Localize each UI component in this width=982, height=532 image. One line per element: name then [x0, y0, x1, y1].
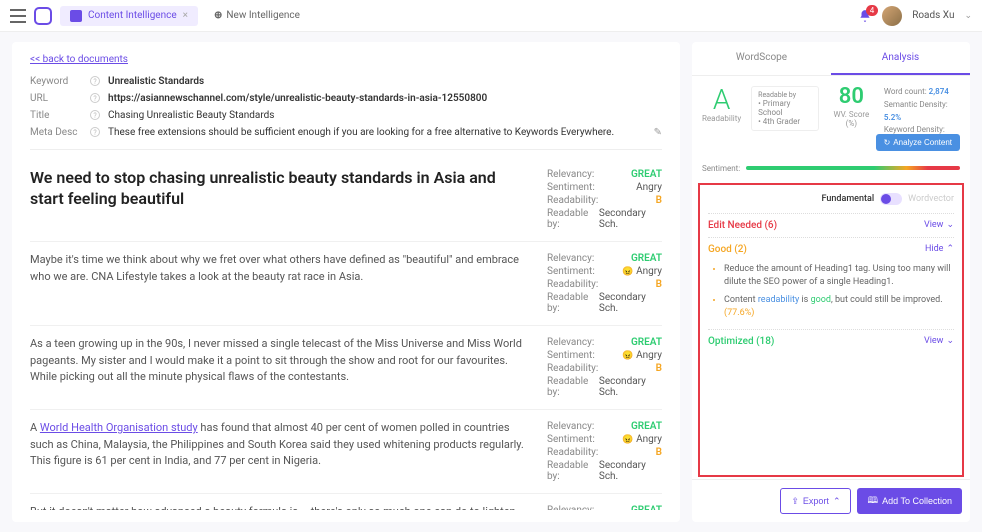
chevron-down-icon: ⌄: [946, 336, 954, 346]
readable-by-box: Readable by • Primary School • 4th Grade…: [751, 86, 819, 131]
info-icon[interactable]: ?: [90, 110, 100, 120]
block-paragraph: But it doesn't matter how advanced a bea…: [30, 504, 527, 510]
wv-value: 80: [829, 86, 874, 108]
chevron-up-icon: ⌃: [833, 496, 841, 507]
view-link[interactable]: View ⌄: [924, 336, 954, 346]
back-link[interactable]: << back to documents: [30, 54, 662, 65]
recommendation-item: Reduce the amount of Heading1 tag. Using…: [724, 261, 954, 292]
content-block: A World Health Organisation study has fo…: [30, 410, 662, 494]
content-blocks: We need to stop chasing unrealistic beau…: [30, 158, 662, 510]
toggle-switch[interactable]: [880, 193, 902, 205]
wordvector-label: Wordvector: [908, 194, 954, 204]
chevron-down-icon[interactable]: ⌄: [964, 11, 972, 21]
readability-grade: A Readability: [702, 86, 741, 123]
meta-title: Chasing Unrealistic Beauty Standards: [108, 110, 662, 121]
content-block: But it doesn't matter how advanced a bea…: [30, 494, 662, 510]
notifications-icon[interactable]: 4: [858, 9, 872, 23]
bookmark-icon: 🕮: [867, 493, 878, 509]
recommendation-item: Content readability is good, but could s…: [724, 292, 954, 323]
topbar: Content Intelligence × ⊕ New Intelligenc…: [0, 0, 982, 32]
user-name: Roads Xu: [912, 10, 954, 21]
tab-new-intelligence[interactable]: ⊕ New Intelligence: [206, 6, 308, 25]
avatar[interactable]: [882, 6, 902, 26]
block-stats: Relevancy:GREATSentiment:😠 AngryReadabil…: [547, 504, 662, 510]
tab-wordscope[interactable]: WordScope: [692, 42, 831, 75]
section-good: Good (2) Hide ⌃ Reduce the amount of Hea…: [708, 237, 954, 329]
info-icon[interactable]: ?: [90, 127, 100, 137]
hide-link[interactable]: Hide ⌃: [925, 244, 954, 254]
wordcount-value: 2,874: [929, 87, 949, 96]
chevron-up-icon: ⌃: [946, 244, 954, 254]
meta-label-url: URL: [30, 93, 90, 104]
export-button[interactable]: ⇪Export ⌃: [780, 488, 851, 514]
wv-score: 80 WV. Score (%): [829, 86, 874, 128]
tab-ci-label: Content Intelligence: [88, 10, 177, 21]
info-icon[interactable]: ?: [90, 76, 100, 86]
ci-icon: [70, 10, 82, 22]
block-stats: Relevancy:GREATSentiment:😠 AngryReadabil…: [547, 336, 662, 399]
grade-label: Readability: [702, 114, 741, 123]
chevron-down-icon: ⌄: [946, 220, 954, 230]
semdensity-value: 5.2%: [884, 113, 901, 122]
grade-letter: A: [702, 86, 741, 114]
tab-content-intelligence[interactable]: Content Intelligence ×: [60, 6, 198, 26]
topbar-left: Content Intelligence × ⊕ New Intelligenc…: [10, 6, 308, 26]
analysis-tabs: WordScope Analysis: [692, 42, 970, 76]
notif-badge: 4: [866, 5, 879, 16]
block-heading: We need to stop chasing unrealistic beau…: [30, 168, 527, 231]
semdensity-label: Semantic Density:: [884, 100, 948, 109]
good-title: Good (2): [708, 244, 747, 255]
topbar-right: 4 Roads Xu ⌄: [858, 6, 972, 26]
block-paragraph: As a teen growing up in the 90s, I never…: [30, 336, 527, 399]
inline-link[interactable]: World Health Organisation study: [40, 421, 198, 434]
mode-toggle: Fundamental Wordvector: [708, 191, 954, 213]
block-stats: Relevancy:GREATSentiment:😠 AngryReadabil…: [547, 420, 662, 483]
good-items: Reduce the amount of Heading1 tag. Using…: [708, 255, 954, 323]
close-icon[interactable]: ×: [183, 10, 188, 21]
info-icon[interactable]: ?: [90, 93, 100, 103]
meta-table: Keyword ? Unrealistic Standards URL ? ht…: [30, 73, 662, 141]
sentiment-row: Sentiment:: [692, 160, 970, 181]
readable-item: • Primary School: [758, 99, 812, 117]
add-collection-button[interactable]: 🕮Add To Collection: [857, 488, 962, 514]
meta-label-title: Title: [30, 110, 90, 121]
export-icon: ⇪: [791, 496, 799, 507]
wv-label: WV. Score (%): [829, 110, 874, 128]
readable-by-title: Readable by: [758, 91, 812, 99]
meta-label-desc: Meta Desc: [30, 127, 90, 138]
recommendations-box: Fundamental Wordvector Edit Needed (6) V…: [698, 183, 964, 477]
menu-icon[interactable]: [10, 9, 26, 23]
content-block: As a teen growing up in the 90s, I never…: [30, 326, 662, 410]
block-paragraph: A World Health Organisation study has fo…: [30, 420, 527, 483]
content-panel: << back to documents Keyword ? Unrealist…: [12, 42, 680, 522]
tab-analysis[interactable]: Analysis: [831, 42, 970, 75]
readable-item: • 4th Grader: [758, 117, 812, 126]
content-block: We need to stop chasing unrealistic beau…: [30, 158, 662, 242]
meta-desc: These free extensions should be sufficie…: [108, 127, 654, 138]
analysis-panel: WordScope Analysis A Readability Readabl…: [692, 42, 970, 522]
meta-keyword: Unrealistic Standards: [108, 76, 662, 87]
edit-icon[interactable]: ✎: [654, 127, 662, 138]
plus-icon: ⊕: [214, 10, 222, 21]
main: << back to documents Keyword ? Unrealist…: [0, 32, 982, 532]
meta-label-keyword: Keyword: [30, 76, 90, 87]
tab-new-label: New Intelligence: [226, 10, 300, 21]
app-logo[interactable]: [34, 7, 52, 25]
wordcount-label: Word count:: [884, 87, 927, 96]
sentiment-label: Sentiment:: [702, 164, 740, 173]
fundamental-label: Fundamental: [822, 194, 875, 204]
block-stats: Relevancy:GREATSentiment:AngryReadabilit…: [547, 168, 662, 231]
meta-url: https://asiannewschannel.com/style/unrea…: [108, 93, 662, 104]
sentiment-gradient: [746, 166, 960, 170]
section-optimized: Optimized (18) View ⌄: [708, 329, 954, 353]
section-edit-needed: Edit Needed (6) View ⌄: [708, 213, 954, 237]
block-stats: Relevancy:GREATSentiment:😠 AngryReadabil…: [547, 252, 662, 315]
bottom-actions: ⇪Export ⌃ 🕮Add To Collection: [692, 479, 970, 522]
optimized-title: Optimized (18): [708, 336, 774, 347]
analyze-button[interactable]: Analyze Content: [876, 134, 960, 151]
edit-needed-title: Edit Needed (6): [708, 220, 777, 231]
view-link[interactable]: View ⌄: [924, 220, 954, 230]
block-paragraph: Maybe it's time we think about why we fr…: [30, 252, 527, 315]
content-block: Maybe it's time we think about why we fr…: [30, 242, 662, 326]
